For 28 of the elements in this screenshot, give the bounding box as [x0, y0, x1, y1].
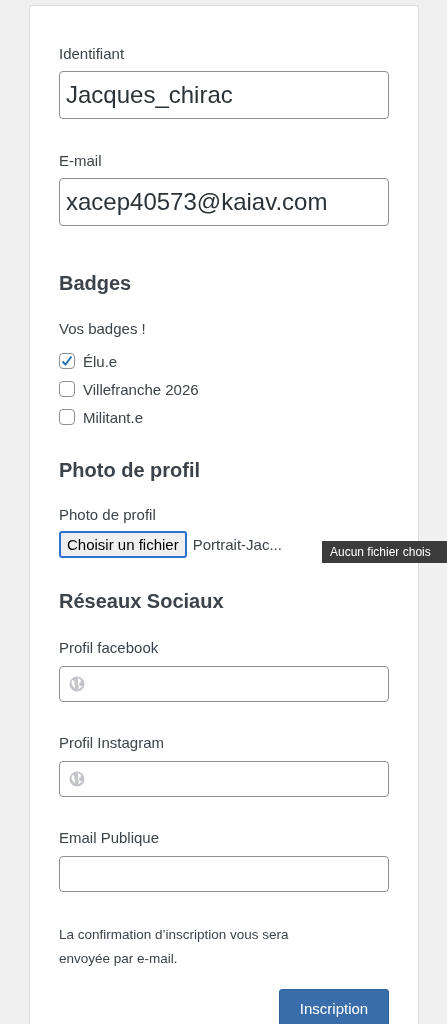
globe-icon — [69, 676, 85, 692]
tooltip: Aucun fichier chois — [322, 541, 447, 563]
confirmation-note: La confirmation d’inscription vous sera envoyée par e-mail. — [59, 926, 290, 968]
submit-button[interactable]: Inscription — [279, 989, 389, 1024]
globe-icon — [69, 771, 85, 787]
file-name: Portrait-Jac... — [192, 536, 282, 553]
section-heading: Photo de profil — [59, 458, 201, 483]
choose-file-button[interactable]: Choisir un fichier — [59, 531, 187, 558]
field-label: Profil facebook — [59, 638, 160, 658]
checkbox-label: Militant.e — [83, 408, 144, 426]
text-field[interactable]: xacep40573@kaiav.com — [59, 178, 389, 226]
checkbox-label: Élu.e — [83, 352, 118, 370]
text-field[interactable]: Jacques_chirac — [59, 71, 389, 119]
field-label: Profil Instagram — [59, 733, 166, 753]
field-label: E-mail — [59, 151, 103, 171]
field-label: Identifiant — [59, 44, 126, 64]
url-field[interactable] — [59, 761, 389, 797]
field-label: Email Publique — [59, 828, 161, 848]
badges-intro: Vos badges ! — [59, 319, 147, 339]
checkbox-label: Villefranche 2026 — [83, 380, 199, 398]
email-field[interactable] — [59, 856, 389, 892]
section-heading: Badges — [59, 271, 132, 296]
field-label: Photo de profil — [59, 505, 157, 525]
checkbox[interactable] — [59, 409, 75, 425]
url-field[interactable] — [59, 666, 389, 702]
checkbox[interactable] — [59, 381, 75, 397]
section-heading: Réseaux Sociaux — [59, 589, 224, 614]
checkbox[interactable] — [59, 353, 75, 369]
